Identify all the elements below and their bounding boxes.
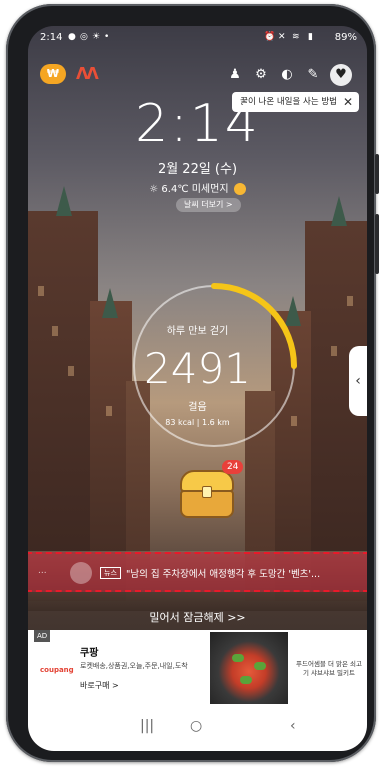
clock: 2:14: [135, 94, 260, 154]
ad-tag: AD: [34, 630, 51, 642]
weather-line: ☼ 6.4℃ 미세먼지: [28, 180, 367, 195]
weather-more-button[interactable]: 날씨 더보기 >: [176, 198, 241, 212]
steps-unit: 걸음: [188, 402, 207, 413]
app-logo-icon[interactable]: ᐱᐱ: [76, 64, 99, 83]
steps-meta: 83 kcal | 1.6 km: [28, 418, 367, 427]
ad-image[interactable]: [210, 632, 288, 704]
spire: [331, 196, 347, 226]
home-button[interactable]: ○: [190, 718, 202, 734]
leaf: [254, 662, 266, 670]
cashwalk-logo-icon[interactable]: ₩: [40, 64, 66, 84]
chest-badge: 24: [222, 460, 244, 474]
ad-brand-logo: coupang: [40, 666, 74, 674]
news-dots: ...: [38, 566, 47, 576]
mute-icon: ✕: [278, 32, 286, 42]
chest-lock-icon: [202, 486, 212, 498]
ad-banner[interactable]: AD coupang 쿠팡 로켓배송,상품권,오늘,주문,내일,도착 바로구매 …: [28, 630, 367, 712]
moon-icon[interactable]: ◐: [276, 64, 298, 86]
power-button: [375, 214, 379, 274]
sun-icon: ☼: [149, 184, 159, 195]
step-count: 2491: [144, 344, 251, 393]
flashlight-icon[interactable]: ✎: [302, 64, 324, 86]
news-headline[interactable]: "남의 집 주차장에서 애정행각 후 도망간 '벤츠'...: [126, 566, 320, 580]
news-tag: 뉴스: [100, 567, 121, 579]
shield-icon[interactable]: ♥: [330, 64, 352, 86]
status-time: 2:14: [40, 32, 63, 43]
spire: [102, 288, 118, 318]
news-banner[interactable]: ... 뉴스 "남의 집 주차장에서 애정행각 후 도망간 '벤츠'...: [28, 552, 367, 592]
ad-cta-button[interactable]: 바로구매 >: [80, 680, 119, 691]
alarm-icon: ⏰: [264, 32, 276, 42]
side-panel-handle[interactable]: ‹: [349, 346, 367, 416]
distance: 1.6 km: [201, 418, 230, 427]
date: 2월 22일 (수): [157, 162, 238, 177]
recents-icon[interactable]: |||: [140, 718, 154, 734]
ad-description: 로켓배송,상품권,오늘,주문,내일,도착: [80, 662, 188, 670]
status-bar: 2:14 ● ◎ ☀ • ⏰ ✕ ≋ ▮ 89%: [28, 26, 367, 48]
treasure-chest-button[interactable]: 24: [178, 460, 244, 520]
navigation-bar: ||| ○ ‹: [28, 712, 367, 751]
dust-face-icon: [233, 183, 246, 195]
volume-button: [375, 154, 379, 194]
weather-icon: ☀: [92, 32, 101, 42]
battery-level: 89%: [334, 32, 357, 43]
back-button[interactable]: ‹: [290, 718, 296, 734]
instagram-icon: ◎: [80, 32, 88, 42]
steps-title: 하루 만보 걷기: [166, 326, 229, 337]
wifi-icon: ≋: [292, 32, 300, 42]
friends-icon[interactable]: ♟: [224, 64, 246, 86]
ad-side-text: 푸드어셈블 더 맑은 쇠고기 샤브샤브 밀키트: [296, 660, 362, 677]
signal-icon: ▮: [308, 32, 313, 42]
phone-frame: 2:14 ● ◎ ☀ • ⏰ ✕ ≋ ▮ 89% ₩ ᐱᐱ ♟ ⚙ ◐ ✎ ♥ …: [6, 4, 379, 762]
window: [38, 286, 44, 296]
ad-title: 쿠팡: [80, 648, 99, 659]
swipe-to-unlock[interactable]: 밀어서 잠금해제 >>: [28, 609, 367, 625]
weather-text: 6.4℃ 미세먼지: [161, 184, 229, 195]
calories: 83 kcal: [165, 418, 195, 427]
settings-icon[interactable]: ⚙: [250, 64, 272, 86]
lock-screen: 2:14 ● ◎ ☀ • ⏰ ✕ ≋ ▮ 89% ₩ ᐱᐱ ♟ ⚙ ◐ ✎ ♥ …: [28, 26, 367, 751]
avatar: [70, 562, 92, 584]
leaf: [240, 676, 252, 684]
dot-icon: •: [104, 32, 110, 42]
chat-icon: ●: [68, 32, 76, 42]
leaf: [232, 654, 244, 662]
top-bar: ₩ ᐱᐱ ♟ ⚙ ◐ ✎ ♥ 꿀이 나온 내일을 사는 방법 ✕: [28, 64, 367, 112]
window: [347, 296, 353, 306]
